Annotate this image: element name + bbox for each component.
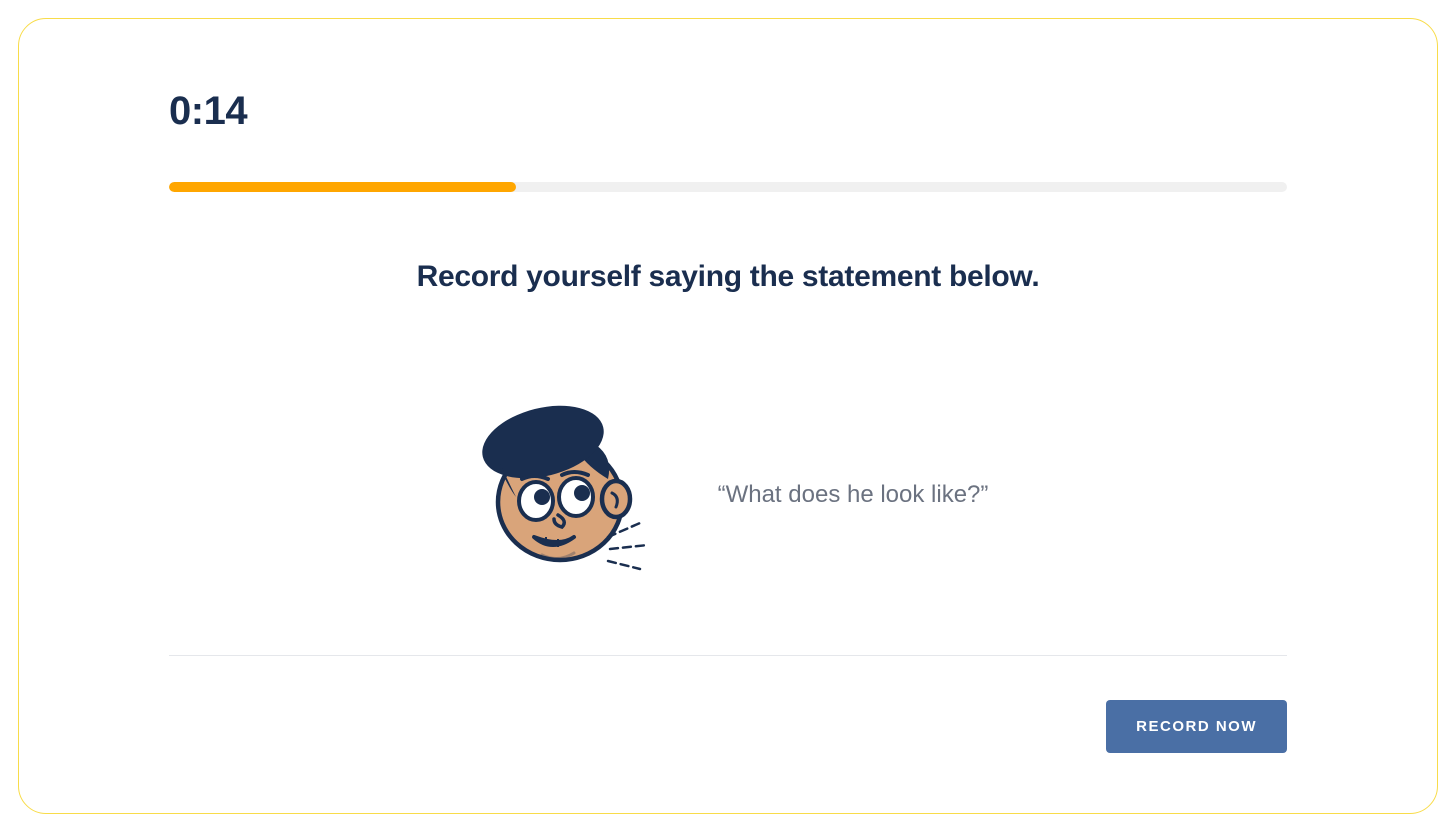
content-row: “What does he look like?” (169, 364, 1287, 625)
progress-bar (169, 182, 1287, 192)
footer-actions: RECORD NOW (169, 700, 1287, 753)
divider (169, 655, 1287, 656)
exercise-card: 0:14 Record yourself saying the statemen… (18, 18, 1438, 814)
timer-display: 0:14 (169, 89, 1287, 134)
progress-fill (169, 182, 516, 192)
statement-text: “What does he look like?” (718, 481, 989, 509)
speaking-avatar-icon (468, 397, 668, 592)
record-now-button[interactable]: RECORD NOW (1106, 700, 1287, 753)
instruction-text: Record yourself saying the statement bel… (169, 260, 1287, 294)
